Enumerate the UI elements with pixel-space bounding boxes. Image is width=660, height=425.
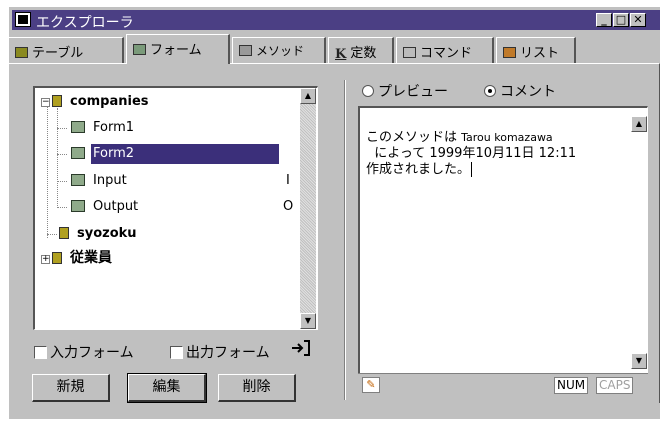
scroll-up-button[interactable]: ▲ — [300, 88, 316, 104]
tree-item-form1[interactable]: Form1 — [71, 118, 136, 138]
new-button[interactable]: 新規 — [32, 374, 110, 402]
checkbox-box[interactable] — [170, 346, 183, 359]
preview-radio[interactable]: プレビュー — [362, 81, 448, 101]
form-icon — [71, 121, 85, 133]
tree-item-output[interactable]: Output — [71, 197, 140, 217]
tree-item-form2[interactable]: Form2 — [71, 144, 296, 164]
command-icon — [403, 47, 416, 58]
tab-methods[interactable]: メソッド — [232, 37, 326, 63]
editor-scroll-down-button[interactable]: ▼ — [631, 353, 647, 369]
tab-commands[interactable]: コマンド — [396, 37, 494, 63]
window-title: エクスプローラ — [36, 15, 134, 31]
tab-constants[interactable]: K 定数 — [328, 37, 394, 63]
comment-radio[interactable]: コメント — [484, 81, 556, 101]
tree-item-input[interactable]: Input — [71, 171, 129, 191]
form-icon — [71, 174, 85, 186]
tree-connector — [47, 104, 48, 238]
editor-status-bar: ✎ NUM CAPS — [358, 373, 648, 399]
tree-connector — [47, 234, 57, 235]
table-icon — [15, 47, 28, 58]
comment-text[interactable]: このメソッドは Tarou komazawa によって 1999年10月11日 … — [366, 130, 576, 178]
text-cursor — [471, 162, 473, 177]
collapse-icon[interactable]: − — [41, 98, 50, 107]
table-icon — [52, 95, 62, 107]
tree-connector — [57, 181, 67, 182]
editor-scroll-up-button[interactable]: ▲ — [631, 116, 647, 132]
tree-connector — [57, 128, 67, 129]
tree-item-companies[interactable]: − companies — [41, 92, 151, 112]
tree-connector — [57, 108, 58, 208]
maximize-button[interactable]: □ — [613, 13, 629, 27]
open-form-icon[interactable] — [290, 338, 312, 358]
checkbox-box[interactable] — [34, 346, 47, 359]
app-icon — [15, 12, 31, 27]
editor-scrollbar[interactable] — [631, 108, 647, 377]
tab-tables[interactable]: テーブル — [8, 37, 124, 63]
form-icon — [71, 147, 85, 159]
table-icon — [52, 252, 62, 264]
tree-connector — [57, 154, 67, 155]
tab-forms[interactable]: フォーム — [126, 34, 230, 64]
pane-divider — [344, 80, 346, 400]
tree-item-employees[interactable]: + 従業員 — [41, 248, 114, 268]
title-bar[interactable]: エクスプローラ _ □ ✕ — [12, 10, 660, 31]
edit-button[interactable]: 編集 — [127, 373, 207, 403]
tree-scrollbar[interactable] — [300, 88, 316, 329]
delete-button[interactable]: 削除 — [218, 374, 296, 402]
num-lock-indicator: NUM — [554, 377, 589, 394]
comment-editor[interactable]: このメソッドは Tarou komazawa によって 1999年10月11日 … — [358, 106, 648, 378]
table-icon — [59, 227, 69, 239]
radio-dot-selected[interactable] — [484, 85, 496, 97]
constant-icon: K — [335, 47, 347, 62]
radio-dot[interactable] — [362, 85, 374, 97]
expand-icon[interactable]: + — [41, 255, 50, 264]
form-tree[interactable]: − companies Form1 Form2 Input I Output O … — [33, 86, 318, 330]
input-form-checkbox[interactable]: 入力フォーム — [34, 342, 134, 362]
form-icon — [133, 44, 146, 55]
method-icon — [239, 45, 252, 56]
output-form-marker: O — [283, 199, 294, 214]
close-button[interactable]: ✕ — [630, 13, 646, 27]
caps-lock-indicator: CAPS — [596, 377, 634, 394]
tab-lists[interactable]: リスト — [496, 37, 576, 63]
tree-connector — [57, 207, 67, 208]
minimize-button[interactable]: _ — [596, 13, 612, 27]
input-form-marker: I — [286, 173, 290, 188]
scroll-down-button[interactable]: ▼ — [300, 313, 316, 329]
form-icon — [71, 200, 85, 212]
list-icon — [503, 47, 516, 58]
tree-item-syozoku[interactable]: syozoku — [59, 224, 139, 244]
pencil-icon: ✎ — [362, 377, 380, 393]
output-form-checkbox[interactable]: 出力フォーム — [170, 342, 270, 362]
